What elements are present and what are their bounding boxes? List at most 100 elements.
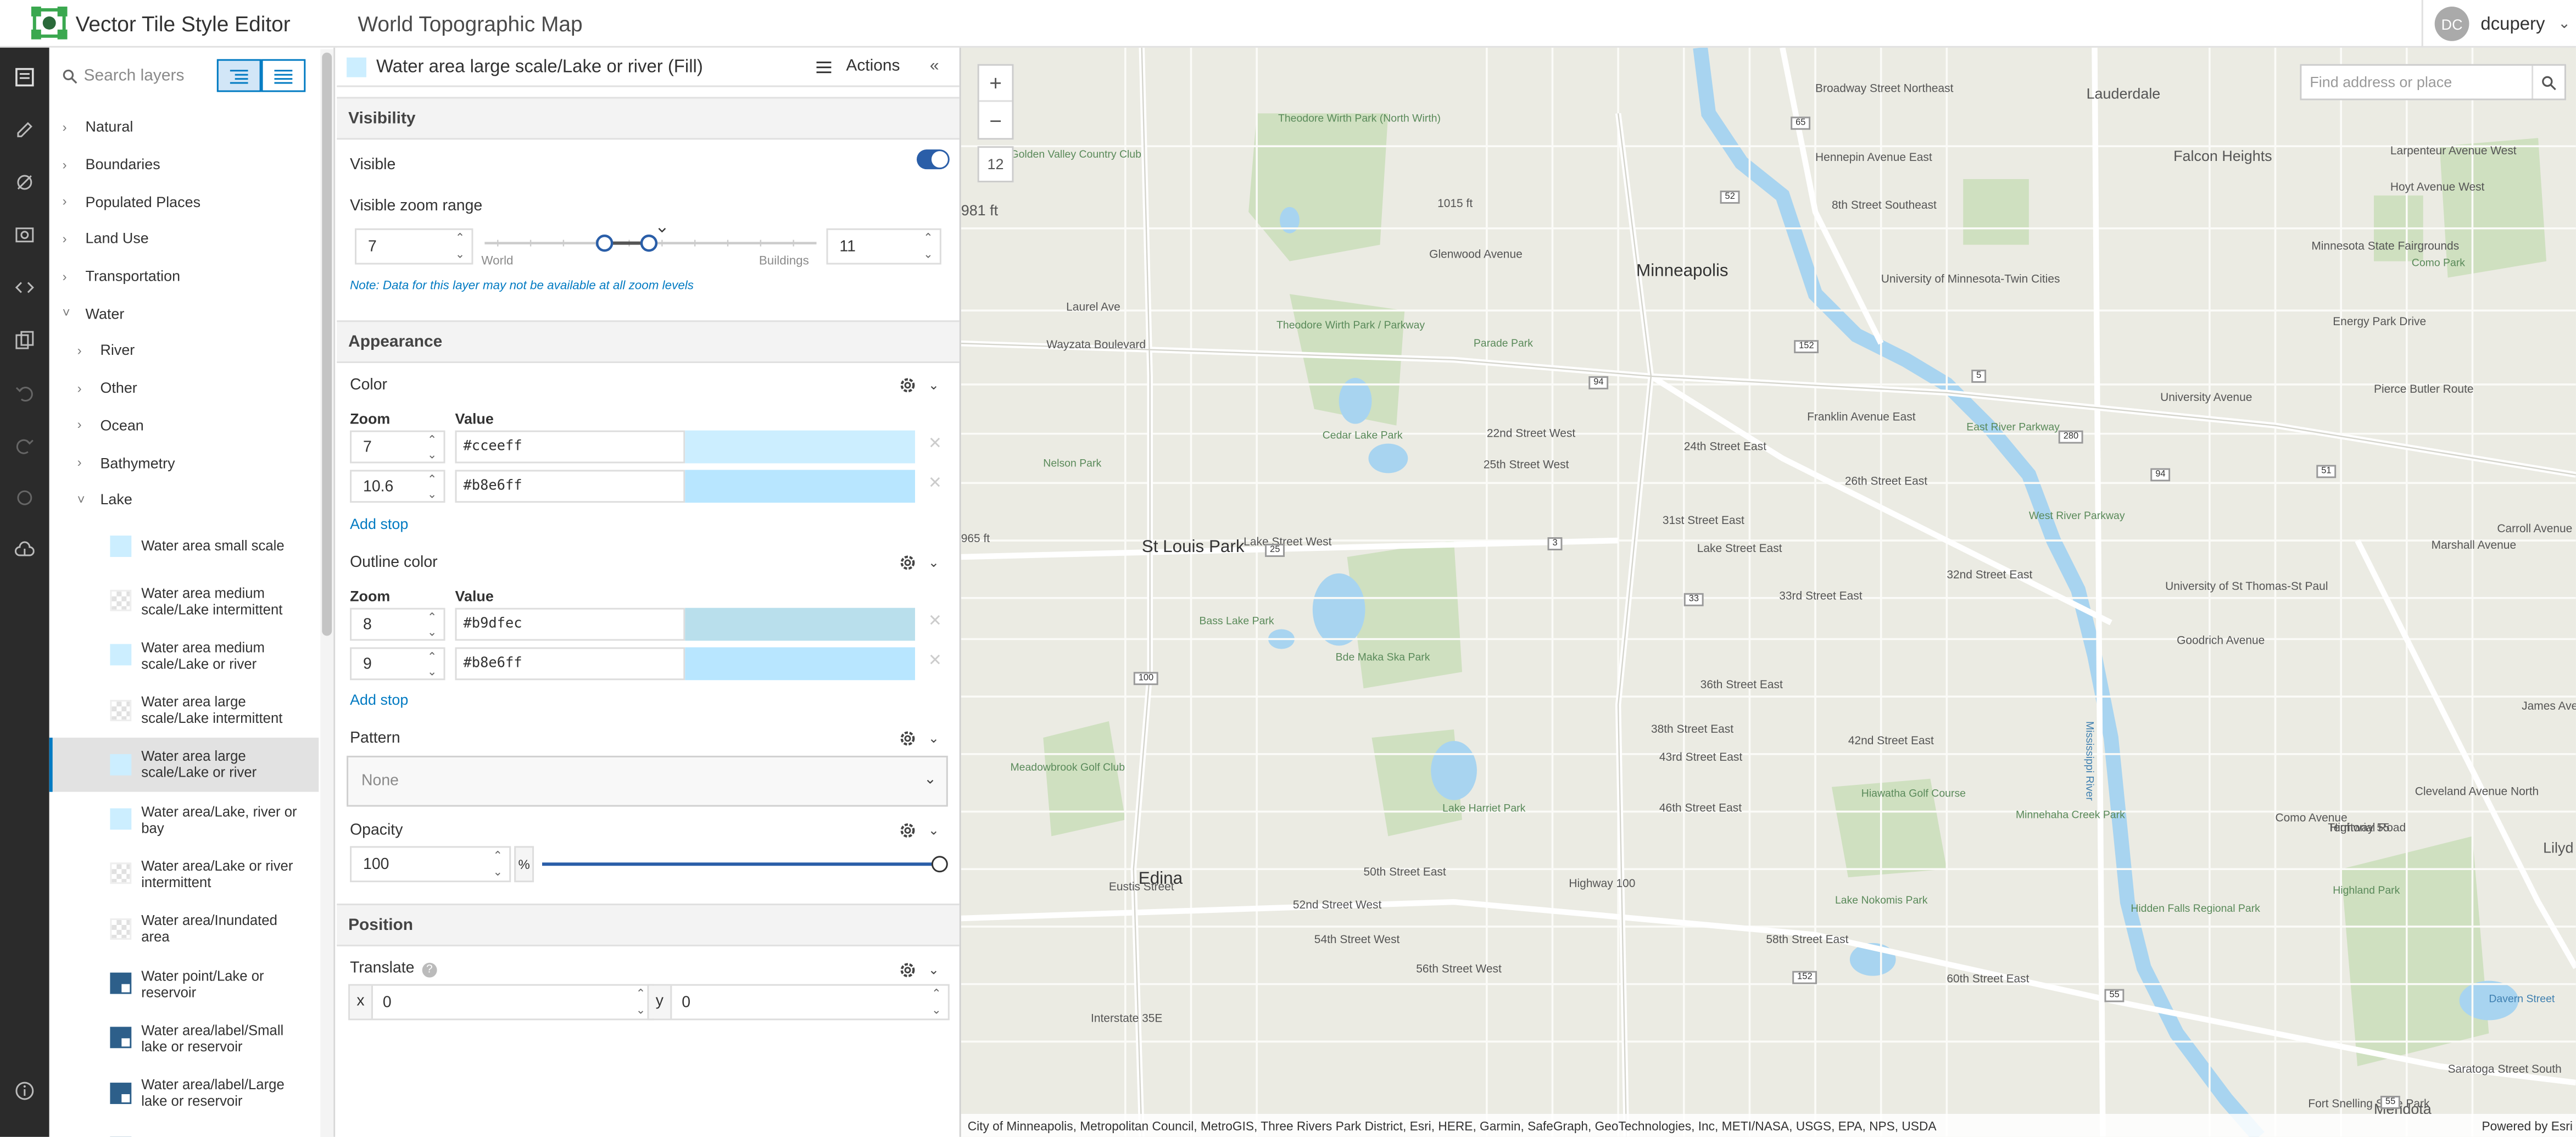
info-icon[interactable]: [12, 1078, 38, 1104]
grouped-view-button[interactable]: [216, 59, 261, 92]
chevron-down-icon[interactable]: ⌄: [928, 555, 939, 570]
layer-group-natural[interactable]: › Natural: [49, 108, 319, 146]
stop-hex-input[interactable]: #cceeff: [455, 430, 685, 464]
map-label: Interstate 35E: [1091, 1013, 1163, 1025]
color-swatch-picker[interactable]: [685, 647, 915, 681]
min-zoom-stepper[interactable]: ⌃ ⌄: [449, 230, 472, 263]
gear-icon[interactable]: [899, 822, 917, 840]
help-icon[interactable]: ?: [422, 962, 437, 978]
copy-icon[interactable]: [12, 327, 38, 353]
layer-item[interactable]: Water area small scale: [49, 519, 319, 573]
redo-icon[interactable]: [12, 432, 38, 459]
layer-item[interactable]: Water area/label/Bay: [49, 1120, 319, 1137]
layer-group-river[interactable]: › River: [49, 332, 319, 370]
stop-zoom-input[interactable]: 10.6 ⌃ ⌄: [350, 470, 445, 503]
stop-zoom-stepper[interactable]: ⌃ ⌄: [421, 610, 444, 639]
remove-stop-icon[interactable]: ✕: [928, 613, 942, 631]
layer-item[interactable]: Water area medium scale/Lake or river: [49, 628, 319, 683]
layer-group-transportation[interactable]: › Transportation: [49, 258, 319, 295]
translate-y-field[interactable]: y 0 ⌃ ⌄: [647, 984, 950, 1021]
appearance-section-header[interactable]: Appearance: [337, 320, 960, 364]
actions-button[interactable]: Actions: [816, 58, 900, 76]
layer-list-scrollbar[interactable]: [320, 49, 334, 1137]
opacity-slider-track[interactable]: [542, 862, 943, 866]
quick-edit-icon[interactable]: [12, 116, 38, 143]
layer-item[interactable]: Water area/label/Small lake or reservoir: [49, 1011, 319, 1066]
layer-item[interactable]: Water point/Lake or reservoir: [49, 956, 319, 1011]
zoom-in-button[interactable]: +: [979, 66, 1012, 102]
visible-toggle[interactable]: [916, 149, 950, 170]
layer-group-populated-places[interactable]: › Populated Places: [49, 183, 319, 220]
json-code-icon[interactable]: [12, 274, 38, 300]
color-swatch-picker[interactable]: [685, 470, 915, 503]
opacity-slider-handle[interactable]: [931, 856, 948, 873]
edit-styles-icon[interactable]: [12, 169, 38, 196]
pattern-select[interactable]: None ⌄: [347, 755, 948, 807]
collapse-panel-icon[interactable]: «: [930, 58, 939, 76]
layer-item[interactable]: Water area medium scale/Lake intermitten…: [49, 573, 319, 628]
stop-zoom-stepper[interactable]: ⌃ ⌄: [421, 649, 444, 678]
zoom-out-button[interactable]: −: [979, 102, 1012, 138]
min-zoom-input[interactable]: 7 ⌃ ⌄: [355, 228, 473, 265]
stop-hex-input[interactable]: #b8e6ff: [455, 470, 685, 503]
remove-stop-icon[interactable]: ✕: [928, 475, 942, 493]
chevron-down-icon[interactable]: ⌄: [928, 823, 939, 838]
layers-icon[interactable]: [12, 64, 38, 91]
opacity-input[interactable]: 100 ⌃ ⌄: [350, 846, 511, 883]
stop-hex-input[interactable]: #b8e6ff: [455, 647, 685, 681]
layer-item[interactable]: Water area/Inundated area: [49, 901, 319, 956]
layer-item[interactable]: Water area/label/Large lake or reservoir: [49, 1066, 319, 1121]
gear-icon[interactable]: [899, 376, 917, 394]
user-menu[interactable]: DC dcupery ⌄: [2421, 0, 2576, 48]
color-swatch-picker[interactable]: [685, 430, 915, 464]
layer-item[interactable]: Water area large scale/Lake intermittent: [49, 683, 319, 738]
add-color-stop-link[interactable]: Add stop: [350, 516, 408, 532]
layer-group-land-use[interactable]: › Land Use: [49, 220, 319, 258]
sprites-icon[interactable]: [12, 222, 38, 248]
color-swatch-picker[interactable]: [685, 607, 915, 641]
max-zoom-input[interactable]: 11 ⌃ ⌄: [826, 228, 941, 265]
powered-by-esri[interactable]: Powered by Esri: [2482, 1118, 2576, 1133]
map-view[interactable]: Minneapolis St Louis Park Edina Lauderda…: [961, 47, 2576, 1137]
translate-x-field[interactable]: x 0 ⌃ ⌄: [348, 984, 654, 1021]
y-stepper[interactable]: ⌃ ⌄: [925, 986, 948, 1019]
gear-icon[interactable]: [899, 554, 917, 572]
save-cloud-icon[interactable]: [12, 537, 38, 564]
reset-icon[interactable]: [12, 484, 38, 511]
gear-icon[interactable]: [899, 729, 917, 748]
layer-group-bathymetry[interactable]: › Bathymetry: [49, 444, 319, 481]
remove-stop-icon[interactable]: ✕: [928, 652, 942, 670]
geocoder-search-button[interactable]: [2532, 65, 2564, 99]
layer-group-ocean[interactable]: › Ocean: [49, 406, 319, 444]
gear-icon[interactable]: [899, 961, 917, 979]
layer-item[interactable]: Water area/Lake, river or bay: [49, 792, 319, 847]
layer-group-lake[interactable]: ˅ Lake: [49, 481, 319, 519]
add-outline-stop-link[interactable]: Add stop: [350, 692, 408, 708]
scrollbar-thumb[interactable]: [322, 52, 332, 636]
layer-group-water[interactable]: ˅ Water: [49, 295, 319, 332]
undo-icon[interactable]: [12, 380, 38, 406]
opacity-stepper[interactable]: ⌃ ⌄: [486, 848, 509, 880]
stop-zoom-input[interactable]: 8 ⌃ ⌄: [350, 607, 445, 641]
layer-group-boundaries[interactable]: › Boundaries: [49, 146, 319, 183]
chevron-down-icon[interactable]: ⌄: [928, 963, 939, 978]
stop-hex-input[interactable]: #b9dfec: [455, 607, 685, 641]
position-section-header[interactable]: Position: [337, 904, 960, 946]
map-title[interactable]: World Topographic Map: [358, 10, 582, 35]
geocoder-input[interactable]: Find address or place: [2301, 74, 2532, 91]
stop-zoom-input[interactable]: 9 ⌃ ⌄: [350, 647, 445, 681]
layer-search-input[interactable]: Search layers: [58, 59, 217, 92]
remove-stop-icon[interactable]: ✕: [928, 436, 942, 454]
stop-zoom-stepper[interactable]: ⌃ ⌄: [421, 432, 444, 462]
chevron-down-icon[interactable]: ⌄: [928, 731, 939, 746]
chevron-down-icon[interactable]: ⌄: [928, 378, 939, 393]
flat-view-button[interactable]: [261, 59, 306, 92]
max-zoom-stepper[interactable]: ⌃ ⌄: [917, 230, 940, 263]
stop-zoom-input[interactable]: 7 ⌃ ⌄: [350, 430, 445, 464]
visibility-section-header[interactable]: Visibility: [337, 97, 960, 140]
layer-item[interactable]: Water area large scale/Lake or river: [49, 737, 319, 792]
stop-zoom-stepper[interactable]: ⌃ ⌄: [421, 471, 444, 501]
map-label: Goodrich Avenue: [2177, 636, 2265, 648]
layer-group-other[interactable]: › Other: [49, 369, 319, 406]
layer-item[interactable]: Water area/Lake or river intermittent: [49, 846, 319, 901]
